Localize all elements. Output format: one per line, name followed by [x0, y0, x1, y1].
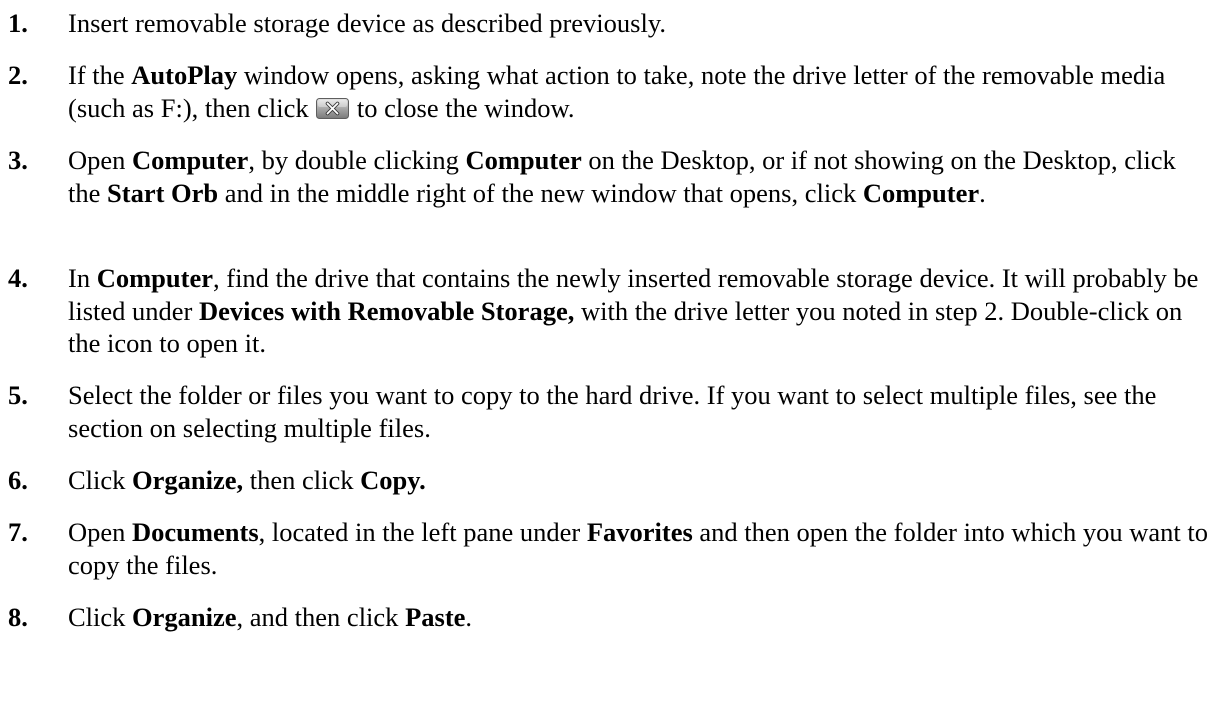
term-documents: Documents	[132, 517, 259, 547]
step-number: 2.	[8, 60, 28, 90]
step-8: 8. Click Organize, and then click Paste.	[0, 601, 1219, 634]
term-paste: Paste	[405, 602, 466, 632]
term-organize: Organize,	[132, 465, 244, 495]
step-text: Select the folder or files you want to c…	[68, 380, 1157, 443]
term-copy: Copy.	[360, 465, 426, 495]
step-1: 1. Insert removable storage device as de…	[0, 7, 1219, 40]
step-2: 2. If the AutoPlay window opens, asking …	[0, 59, 1219, 124]
step-3: 3. Open Computer, by double clicking Com…	[0, 144, 1219, 209]
step-number: 4.	[8, 263, 28, 293]
term-computer: Computer	[465, 145, 582, 175]
step-text: Open Computer, by double clicking Comput…	[68, 145, 1176, 208]
step-number: 3.	[8, 145, 28, 175]
step-number: 8.	[8, 602, 28, 632]
step-text: Click Organize, and then click Paste.	[68, 602, 473, 632]
step-text: Insert removable storage device as descr…	[68, 8, 666, 38]
close-window-icon	[316, 97, 350, 119]
term-devices-removable-storage: Devices with Removable Storage,	[199, 295, 575, 326]
step-6: 6. Click Organize, then click Copy.	[0, 464, 1219, 497]
step-text: Click Organize, then click Copy.	[68, 465, 426, 495]
term-computer: Computer	[96, 263, 213, 293]
term-favorites: Favorites	[586, 517, 693, 547]
step-7: 7. Open Documents, located in the left p…	[0, 516, 1219, 581]
term-start-orb: Start Orb	[107, 177, 219, 208]
step-number: 5.	[8, 380, 28, 410]
step-text: In Computer, find the drive that contain…	[68, 263, 1199, 358]
term-autoplay: AutoPlay	[131, 60, 238, 90]
term-computer: Computer	[862, 177, 980, 208]
step-5: 5. Select the folder or files you want t…	[0, 379, 1219, 444]
step-number: 6.	[8, 465, 28, 495]
step-text: If the AutoPlay window opens, asking wha…	[68, 60, 1166, 123]
term-computer: Computer	[132, 145, 249, 175]
step-4: 4. In Computer, find the drive that cont…	[0, 262, 1219, 360]
term-organize: Organize	[132, 602, 237, 632]
step-text: Open Documents, located in the left pane…	[68, 517, 1208, 580]
step-number: 1.	[8, 8, 28, 38]
step-number: 7.	[8, 517, 28, 547]
